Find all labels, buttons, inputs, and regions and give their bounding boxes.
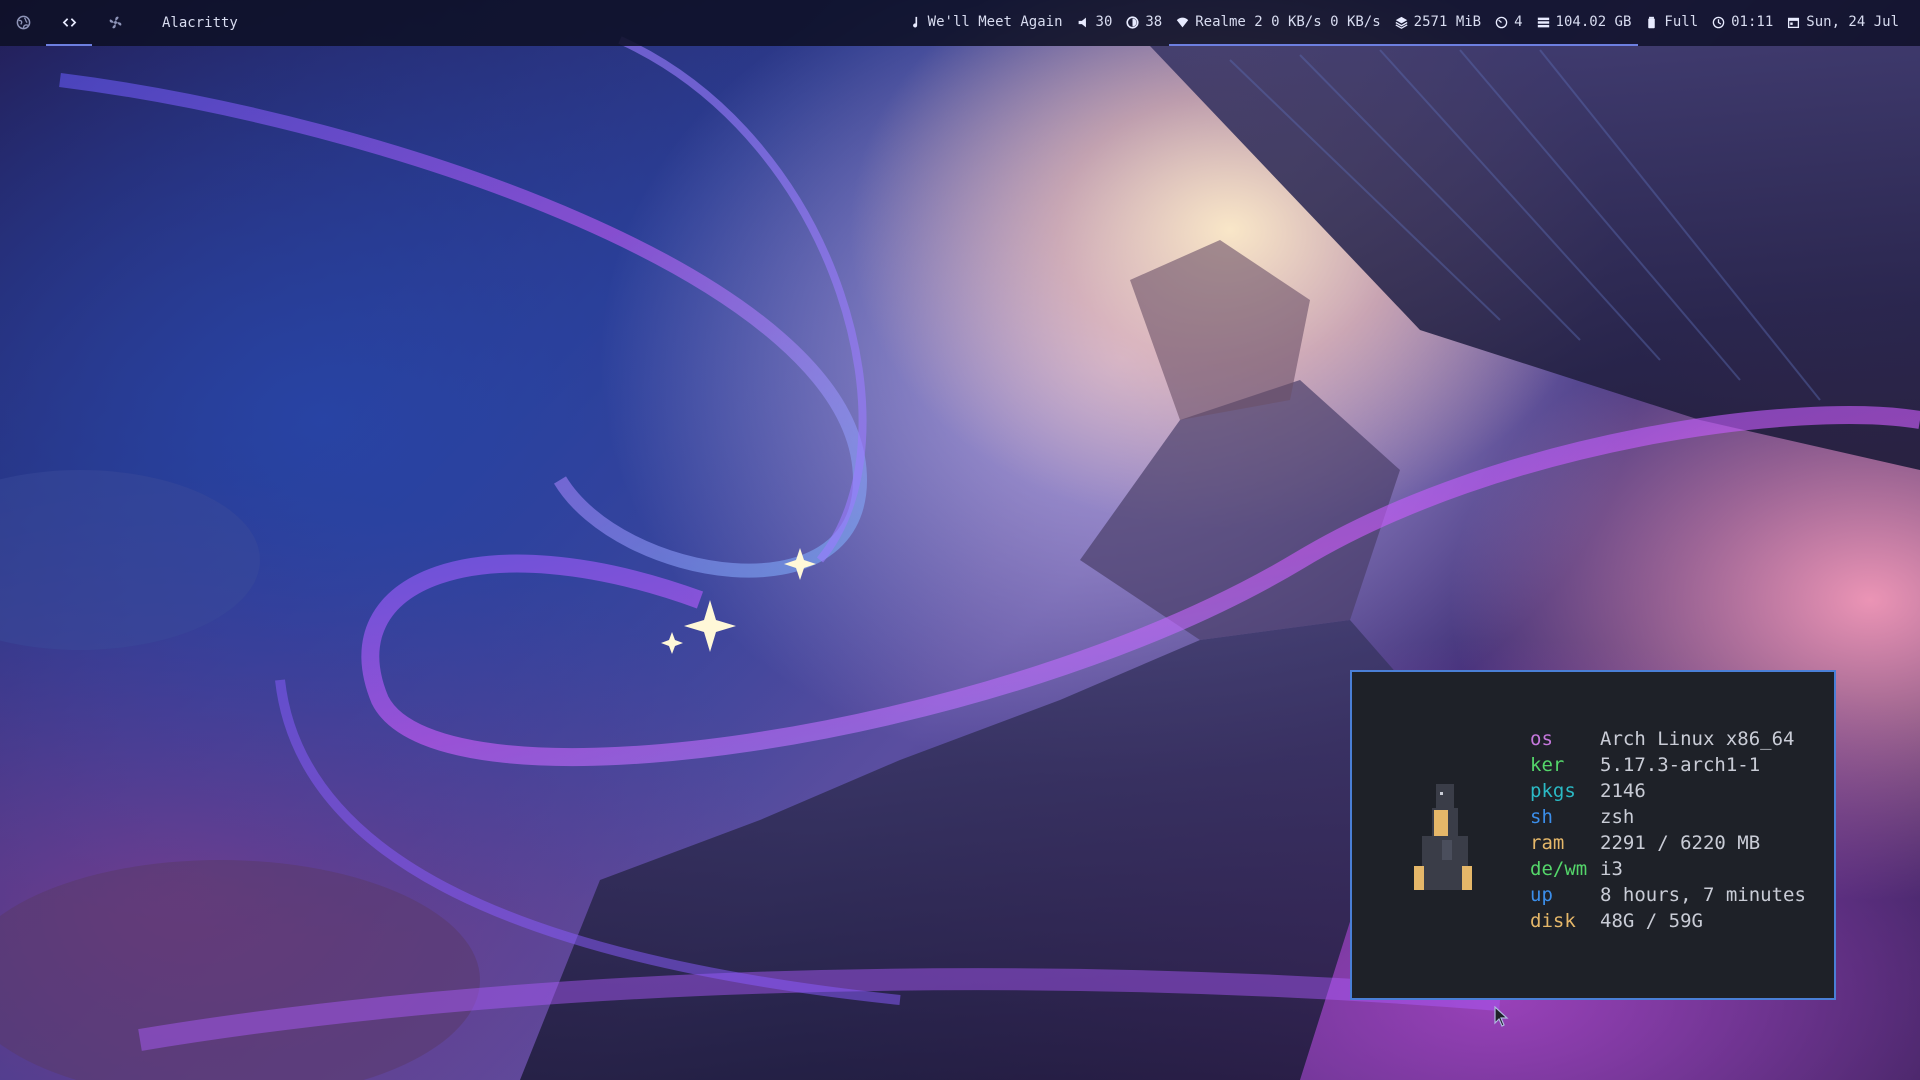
fetch-key: ram: [1530, 832, 1565, 854]
fetch-value: 2291 / 6220 MB: [1600, 832, 1761, 854]
fetch-row-uptime: up 8 hours, 7 minutes: [1530, 882, 1806, 908]
volume-module[interactable]: 30: [1070, 0, 1120, 46]
fetch-row-disk: disk 48G / 59G: [1530, 908, 1806, 934]
fan-icon: [109, 16, 121, 28]
time-module[interactable]: 01:11: [1705, 0, 1780, 46]
storage-icon: [1537, 16, 1550, 29]
fetch-key: sh: [1530, 806, 1553, 828]
workspace-switcher: Alacritty: [0, 0, 238, 46]
cpu-module[interactable]: 4: [1488, 0, 1530, 46]
music-text: We'll Meet Again: [927, 14, 1063, 30]
fetch-value: 48G / 59G: [1600, 910, 1703, 932]
workspace-2[interactable]: [46, 0, 92, 46]
fetch-key: pkgs: [1530, 780, 1576, 802]
disk-module[interactable]: 104.02 GB: [1529, 0, 1639, 46]
fetch-key: os: [1530, 728, 1553, 750]
top-bar: Alacritty We'll Meet Again 30 38 Realme …: [0, 0, 1920, 46]
battery-module[interactable]: Full: [1638, 0, 1705, 46]
network-text: Realme 2 0 KB/s 0 KB/s: [1195, 14, 1381, 30]
fetch-value: 8 hours, 7 minutes: [1600, 884, 1806, 906]
workspace-1[interactable]: [0, 0, 46, 46]
memory-module[interactable]: 2571 MiB: [1387, 0, 1489, 46]
tux-logo: [1414, 784, 1472, 890]
speaker-icon: [1077, 16, 1090, 29]
brightness-text: 38: [1145, 14, 1163, 30]
fetch-value: 2146: [1600, 780, 1646, 802]
workspace-3[interactable]: [92, 0, 138, 46]
volume-text: 30: [1095, 14, 1113, 30]
brightness-module[interactable]: 38: [1119, 0, 1169, 46]
fetch-row-shell: sh zsh: [1530, 804, 1806, 830]
cpu-text: 4: [1514, 14, 1523, 30]
mouse-pointer-icon: [1494, 1006, 1509, 1027]
fetch-key: up: [1530, 884, 1553, 906]
fetch-row-kernel: ker 5.17.3-arch1-1: [1530, 752, 1806, 778]
date-text: Sun, 24 Jul: [1806, 14, 1899, 30]
fetch-row-os: os Arch Linux x86_64: [1530, 726, 1806, 752]
time-text: 01:11: [1731, 14, 1774, 30]
desktop: Alacritty We'll Meet Again 30 38 Realme …: [0, 0, 1920, 1080]
fetch-row-packages: pkgs 2146: [1530, 778, 1806, 804]
fetch-value: i3: [1600, 858, 1623, 880]
date-module[interactable]: Sun, 24 Jul: [1780, 0, 1906, 46]
window-title: Alacritty: [162, 15, 238, 31]
battery-icon: [1645, 16, 1658, 29]
memory-text: 2571 MiB: [1413, 14, 1482, 30]
brightness-icon: [1126, 15, 1139, 29]
gauge-icon: [1495, 16, 1508, 29]
fetch-value: Arch Linux x86_64: [1600, 728, 1795, 750]
fetch-value: 5.17.3-arch1-1: [1600, 754, 1761, 776]
layers-icon: [1395, 16, 1408, 29]
fetch-info: os Arch Linux x86_64 ker 5.17.3-arch1-1 …: [1530, 726, 1806, 934]
network-module[interactable]: Realme 2 0 KB/s 0 KB/s: [1169, 0, 1388, 46]
fetch-value: zsh: [1600, 806, 1635, 828]
fetch-key: de/wm: [1530, 858, 1588, 880]
fetch-row-wm: de/wm i3: [1530, 856, 1806, 882]
music-module[interactable]: We'll Meet Again: [902, 0, 1070, 46]
clock-icon: [1712, 16, 1725, 29]
fetch-key: disk: [1530, 910, 1576, 932]
calendar-icon: [1787, 16, 1800, 29]
terminal-window[interactable]: os Arch Linux x86_64 ker 5.17.3-arch1-1 …: [1350, 670, 1836, 1000]
code-icon: [62, 17, 76, 27]
status-modules: We'll Meet Again 30 38 Realme 2 0 KB/s 0…: [902, 0, 1906, 46]
fetch-row-ram: ram 2291 / 6220 MB: [1530, 830, 1806, 856]
battery-text: Full: [1664, 14, 1699, 30]
globe-icon: [16, 15, 30, 29]
wifi-icon: [1176, 16, 1189, 29]
disk-text: 104.02 GB: [1555, 14, 1632, 30]
fetch-key: ker: [1530, 754, 1565, 776]
music-note-icon: [909, 16, 922, 29]
